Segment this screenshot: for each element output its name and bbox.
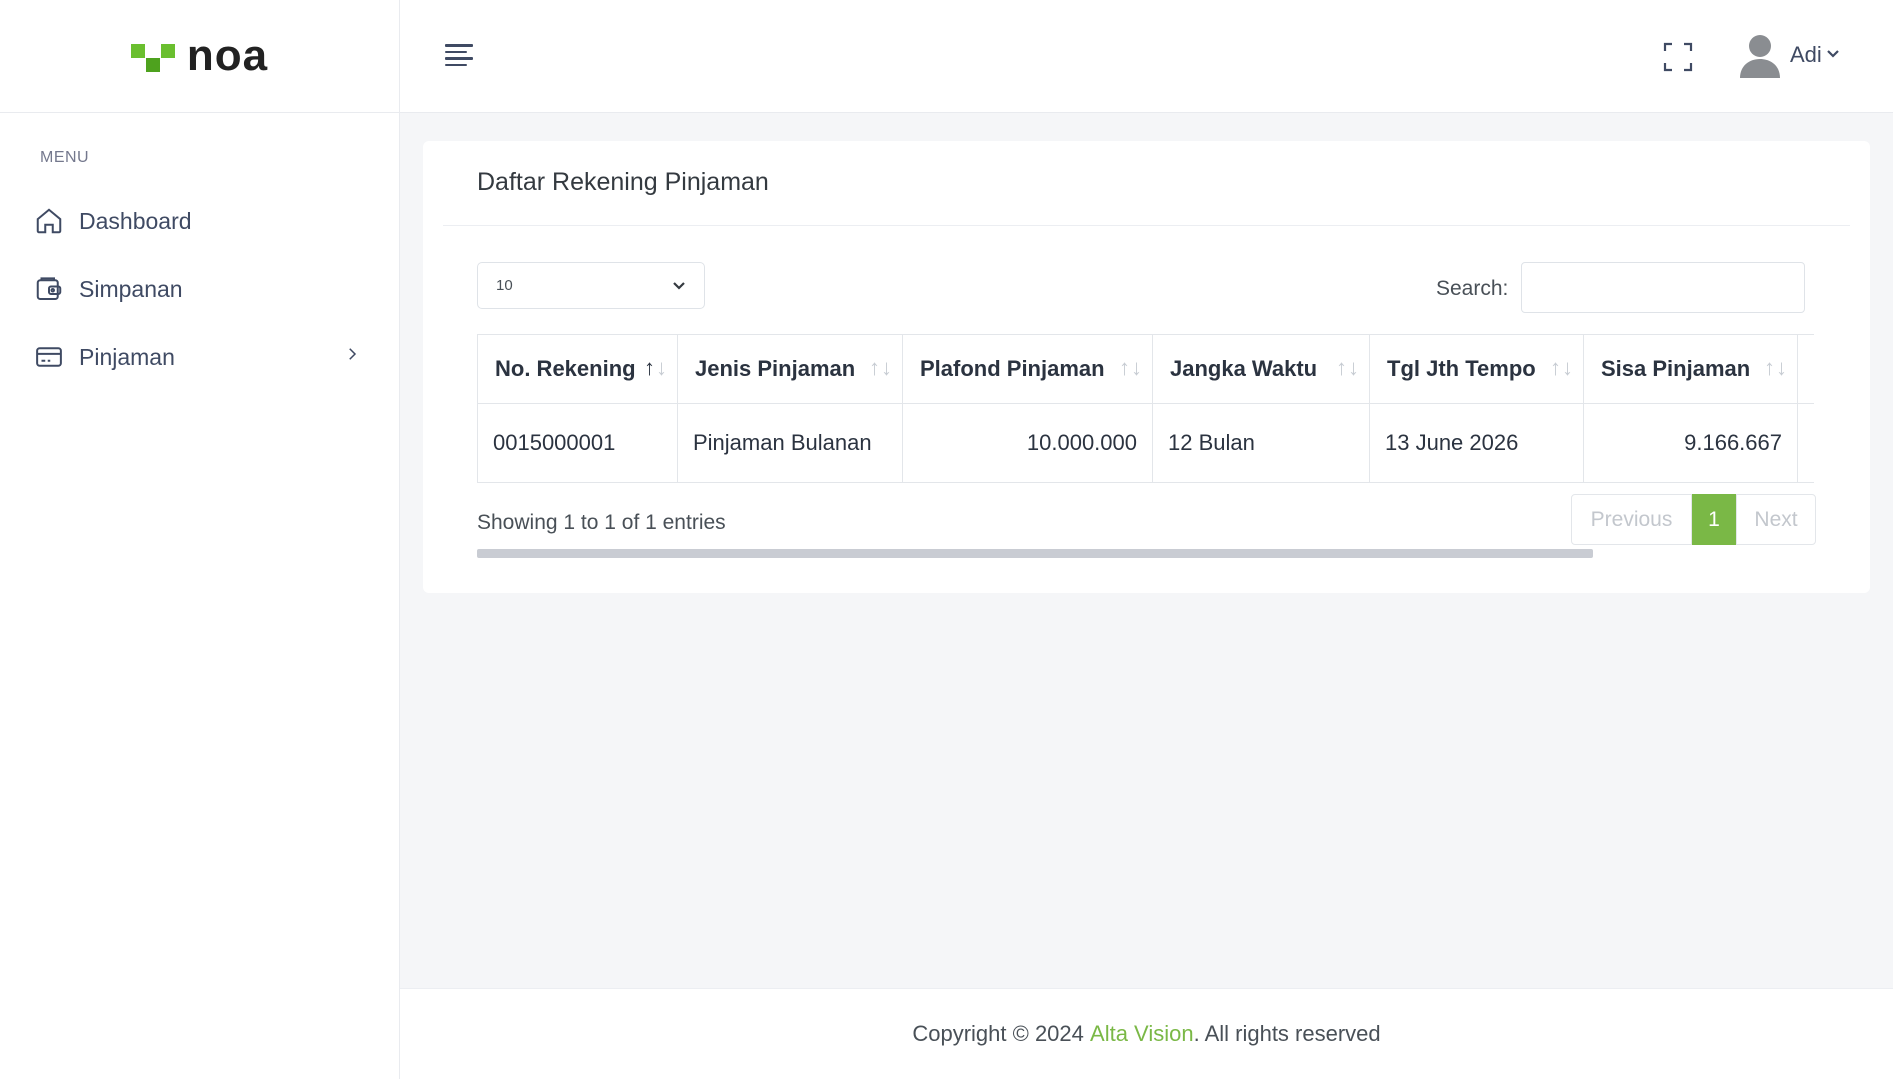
horizontal-scrollbar[interactable] <box>477 549 1593 558</box>
card-header: Daftar Rekening Pinjaman <box>443 141 1850 226</box>
credit-card-icon <box>33 341 65 373</box>
menu-toggle-icon[interactable] <box>445 44 475 68</box>
sort-icon: ↑ ↓ <box>1119 355 1142 380</box>
topbar: Adi <box>400 0 1893 113</box>
logo-mark-icon <box>130 40 179 72</box>
page-length-value: 10 <box>496 277 513 294</box>
search-input[interactable] <box>1521 262 1805 313</box>
column-header-tgl-jth-tempo[interactable]: Tgl Jth Tempo ↑ ↓ <box>1369 334 1584 404</box>
fullscreen-icon[interactable] <box>1663 42 1693 72</box>
sort-icon: ↑ ↓ <box>1550 355 1573 380</box>
wallet-icon <box>33 273 65 305</box>
table-header-row: No. Rekening ↑ ↓ Jenis Pinjaman ↑ ↓ Plafon… <box>477 334 1814 404</box>
footer: Copyright © 2024 Alta Vision . All right… <box>400 988 1893 1079</box>
logo-container: noa <box>0 0 399 113</box>
avatar <box>1738 32 1782 78</box>
sidebar-item-label: Pinjaman <box>79 343 175 370</box>
chevron-down-icon <box>1826 46 1840 65</box>
user-name: Adi <box>1790 42 1822 67</box>
table-info: Showing 1 to 1 of 1 entries <box>477 511 726 534</box>
sort-icon: ↑ ↓ <box>1336 355 1359 380</box>
sort-icon: ↑ ↓ <box>869 355 892 380</box>
sidebar-item-label: Dashboard <box>79 207 192 234</box>
next-page-button[interactable]: Next <box>1736 494 1816 545</box>
loan-accounts-table: No. Rekening ↑ ↓ Jenis Pinjaman ↑ ↓ Plafon… <box>477 334 1814 483</box>
cell-sisa-pinjaman: 9.166.667 <box>1583 403 1798 483</box>
sidebar: noa MENU Dashboard Simpanan Pinjaman <box>0 0 400 1079</box>
logo-text: noa <box>186 31 269 80</box>
chevron-down-icon <box>672 278 686 297</box>
table-row[interactable]: 0015000001 Pinjaman Bulanan 10.000.000 1… <box>477 403 1814 483</box>
column-header-no-rekening[interactable]: No. Rekening ↑ ↓ <box>477 334 678 404</box>
sort-icon: ↑ ↓ <box>644 355 667 380</box>
column-header-overflow <box>1797 334 1814 404</box>
cell-tgl-jth-tempo: 13 June 2026 <box>1369 403 1584 483</box>
logo[interactable]: noa <box>130 31 269 80</box>
sidebar-item-simpanan[interactable]: Simpanan <box>0 255 399 323</box>
column-header-sisa-pinjaman[interactable]: Sisa Pinjaman ↑ ↓ <box>1583 334 1798 404</box>
sidebar-item-pinjaman[interactable]: Pinjaman <box>0 323 399 391</box>
sidebar-nav: Dashboard Simpanan Pinjaman <box>0 187 399 391</box>
cell-overflow <box>1797 403 1814 483</box>
sort-icon: ↑ ↓ <box>1764 355 1787 380</box>
footer-copyright: Copyright © 2024 <box>912 1021 1091 1046</box>
chevron-right-icon <box>343 345 361 369</box>
menu-title: MENU <box>40 149 90 166</box>
pagination: Previous 1 Next <box>1571 494 1816 545</box>
search-label: Search: <box>1436 277 1509 300</box>
column-header-jenis-pinjaman[interactable]: Jenis Pinjaman ↑ ↓ <box>677 334 903 404</box>
cell-plafond-pinjaman: 10.000.000 <box>902 403 1153 483</box>
column-header-jangka-waktu[interactable]: Jangka Waktu ↑ ↓ <box>1152 334 1370 404</box>
cell-jangka-waktu: 12 Bulan <box>1152 403 1370 483</box>
user-menu[interactable]: Adi <box>1738 32 1840 78</box>
previous-page-button[interactable]: Previous <box>1571 494 1692 545</box>
page-1-button[interactable]: 1 <box>1692 494 1736 545</box>
sidebar-item-label: Simpanan <box>79 275 183 302</box>
column-header-plafond-pinjaman[interactable]: Plafond Pinjaman ↑ ↓ <box>902 334 1153 404</box>
cell-jenis-pinjaman: Pinjaman Bulanan <box>677 403 903 483</box>
loan-accounts-card: Daftar Rekening Pinjaman 10 Search: No. … <box>423 141 1870 593</box>
sidebar-item-dashboard[interactable]: Dashboard <box>0 187 399 255</box>
home-icon <box>33 205 65 237</box>
footer-brand-link[interactable]: Alta Vision <box>1090 1021 1194 1047</box>
cell-no-rekening: 0015000001 <box>477 403 678 483</box>
page-title: Daftar Rekening Pinjaman <box>477 168 769 196</box>
footer-rights: . All rights reserved <box>1193 1021 1381 1046</box>
page-length-select[interactable]: 10 <box>477 262 705 309</box>
